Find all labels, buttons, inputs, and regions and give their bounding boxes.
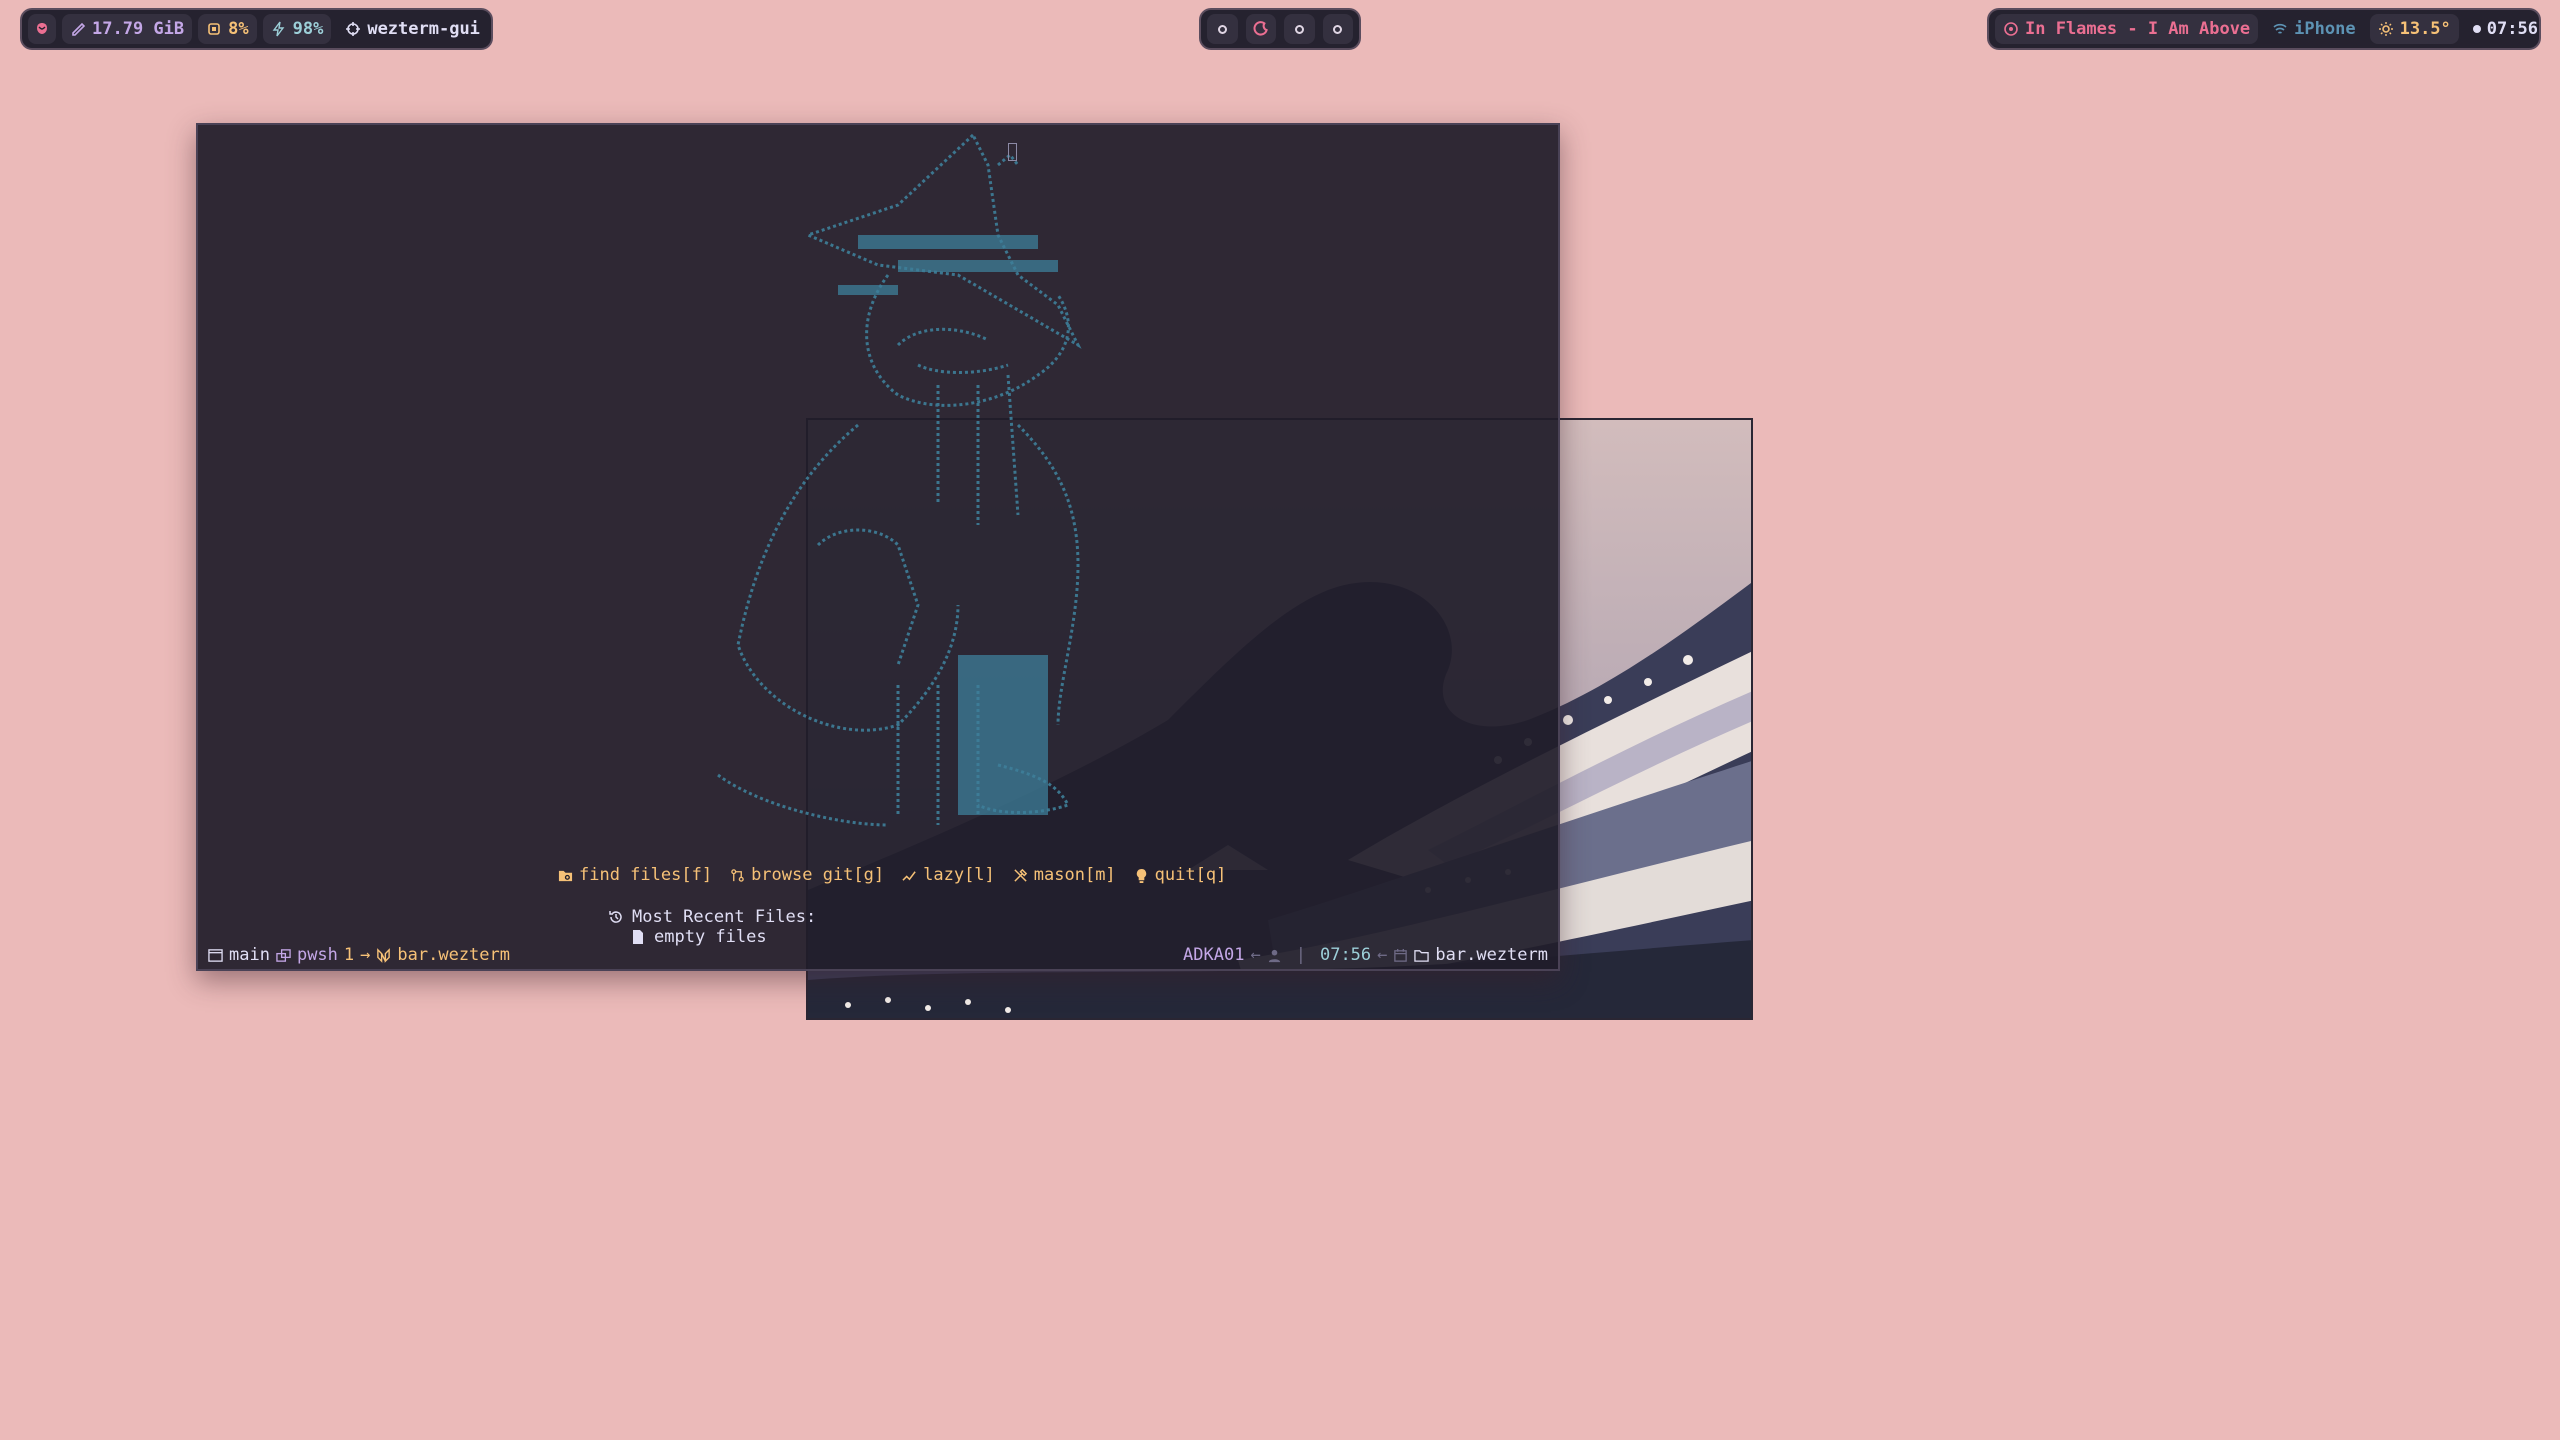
user-icon xyxy=(1268,949,1280,962)
cpu-widget[interactable]: 8% xyxy=(198,14,257,44)
folder-search-icon xyxy=(558,870,573,881)
clock-widget[interactable]: 07:56 xyxy=(2465,14,2546,44)
menu-lazy[interactable]: lazy[l] xyxy=(902,865,995,885)
cpu-value: 8% xyxy=(228,19,249,39)
menu-mason[interactable]: mason[m] xyxy=(1013,865,1116,885)
git-icon xyxy=(731,868,744,882)
wifi-ssid: iPhone xyxy=(2294,19,2356,39)
menu-quit[interactable]: quit[q] xyxy=(1134,865,1227,885)
workspace-dot-icon xyxy=(1333,24,1343,34)
cpu-icon xyxy=(208,23,220,35)
dashboard-menu: find files[f] browse git[g] lazy[l] maso… xyxy=(198,865,1558,885)
host-name: ADKA01 xyxy=(1183,945,1245,965)
neovim-icon xyxy=(377,947,391,963)
battery-widget[interactable]: 98% xyxy=(262,14,332,44)
recent-files-title: Most Recent Files: xyxy=(632,907,817,927)
terminal-window[interactable]: find files[f] browse git[g] lazy[l] maso… xyxy=(196,123,1560,971)
workspace-4-button[interactable] xyxy=(1322,14,1353,44)
workspace-dot-icon xyxy=(1217,24,1227,34)
calendar-icon xyxy=(1394,948,1408,962)
active-window-title: wezterm-gui xyxy=(367,19,480,39)
menu-find-files[interactable]: find files[f] xyxy=(558,865,712,885)
clock-time: 07:56 xyxy=(2486,19,2538,39)
folder-icon xyxy=(1414,949,1430,962)
workspace-1-button[interactable] xyxy=(1207,14,1238,44)
statusline-left: main pwsh 1 → bar.wezterm xyxy=(208,945,510,965)
memory-value: 17.79 GiB xyxy=(92,19,185,39)
active-window-widget[interactable]: wezterm-gui xyxy=(337,14,488,44)
menu-lazy-label: lazy[l] xyxy=(923,865,995,885)
lazy-icon xyxy=(902,870,916,881)
menu-browse-git-label: browse git[g] xyxy=(751,865,885,885)
memory-widget[interactable]: 17.79 GiB xyxy=(62,14,193,44)
weather-widget[interactable]: 13.5° xyxy=(2369,14,2459,44)
window-icon xyxy=(208,948,223,962)
workspace-dot-icon xyxy=(1294,24,1304,34)
rose-icon xyxy=(37,23,47,34)
statusline-time: 07:56 xyxy=(1319,945,1372,965)
recent-files-header: Most Recent Files: xyxy=(608,907,816,927)
menu-mason-label: mason[m] xyxy=(1033,865,1116,885)
statusline-right: ADKA01 ← | 07:56 ← bar.wezterm xyxy=(1183,945,1548,965)
bulb-icon xyxy=(1136,868,1146,883)
workspace-2-button[interactable] xyxy=(1245,14,1276,44)
history-icon xyxy=(609,911,622,923)
battery-value: 98% xyxy=(292,19,324,39)
statusline-separator: | xyxy=(1295,945,1306,965)
statusline-arrow: → xyxy=(360,945,371,965)
music-disc-icon xyxy=(2004,22,2018,36)
tab-title[interactable]: bar.wezterm xyxy=(397,945,510,965)
workspace-name: main xyxy=(229,945,270,965)
topbar-left-group: 17.79 GiB 8% 98% wezterm-gui xyxy=(20,8,493,50)
topbar-right-group: In Flames - I Am Above iPhone 13.5° 07:5… xyxy=(1987,8,2541,50)
left-arrow-icon: ← xyxy=(1377,945,1388,965)
tab-icon xyxy=(276,948,291,962)
workspace-switcher xyxy=(1199,8,1361,50)
clock-dot-icon xyxy=(2472,25,2481,33)
memory-icon xyxy=(72,22,86,36)
tools-icon xyxy=(1014,868,1027,882)
menu-browse-git[interactable]: browse git[g] xyxy=(730,865,884,885)
sun-icon xyxy=(2378,22,2393,36)
launcher-button[interactable] xyxy=(28,14,56,44)
shell-name[interactable]: pwsh xyxy=(297,945,338,965)
terminal-cursor xyxy=(1008,143,1017,161)
terminal-statusline: main pwsh 1 → bar.wezterm ADKA01 ← | 07:… xyxy=(198,941,1558,969)
tab-index: 1 xyxy=(343,945,355,965)
moon-icon xyxy=(1253,21,1268,36)
crosshair-icon xyxy=(346,22,361,36)
music-widget[interactable]: In Flames - I Am Above xyxy=(1995,14,2259,44)
ascii-art-illustration xyxy=(717,132,1082,827)
music-title: In Flames - I Am Above xyxy=(2025,19,2251,39)
workspace-3-button[interactable] xyxy=(1284,14,1315,44)
menu-quit-label: quit[q] xyxy=(1154,865,1227,885)
weather-temp: 13.5° xyxy=(2399,19,2451,39)
current-directory: bar.wezterm xyxy=(1435,945,1548,965)
wifi-widget[interactable]: iPhone xyxy=(2264,14,2363,44)
wifi-icon xyxy=(2273,23,2287,34)
menu-find-files-label: find files[f] xyxy=(579,865,713,885)
lightning-icon xyxy=(272,21,285,37)
left-arrow-icon: ← xyxy=(1250,945,1261,965)
